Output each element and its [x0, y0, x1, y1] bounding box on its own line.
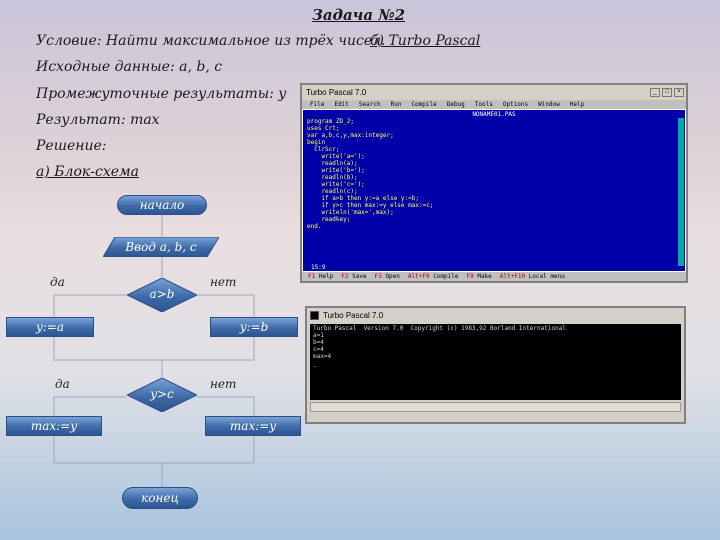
menu-item-debug[interactable]: Debug	[447, 100, 465, 109]
cond1-label: a>b	[149, 287, 175, 301]
maximize-icon[interactable]: □	[662, 88, 672, 97]
yes-label-1: да	[50, 275, 65, 289]
editor-scrollbar[interactable]	[678, 118, 684, 266]
assign-a-label: y:=a	[35, 320, 65, 334]
yes-label-2: да	[55, 377, 70, 391]
editor-titlebar: Turbo Pascal 7.0 _ □ ×	[302, 85, 686, 100]
no-label-2: нет	[210, 377, 237, 391]
fkey-compile[interactable]: Alt+F9 Compile	[408, 272, 459, 281]
dos-window-icon	[310, 310, 319, 320]
assign-b-block: y:=b	[210, 317, 298, 337]
editor-window-title: Turbo Pascal 7.0	[306, 88, 367, 97]
fkey-local-menu[interactable]: Alt+F10 Local menu	[500, 272, 565, 281]
code-editor[interactable]: NONAME01.PAS program ZD_2; uses Crt; var…	[302, 109, 686, 272]
end-label: конец	[141, 491, 179, 505]
cursor-position: 15:9	[311, 264, 326, 271]
start-label: начало	[139, 198, 185, 212]
condition-diamond-2: y>c	[125, 377, 199, 413]
editor-menubar: File Edit Search Run Compile Debug Tools Option…	[302, 100, 686, 109]
menu-item-compile[interactable]: Compile	[411, 100, 436, 109]
fkey-open[interactable]: F3 Open	[375, 272, 400, 281]
assign-a-block: y:=a	[6, 317, 94, 337]
menu-item-edit[interactable]: Edit	[334, 100, 348, 109]
assign-b-label: y:=b	[239, 320, 269, 334]
output-titlebar: Turbo Pascal 7.0	[307, 308, 684, 322]
fkey-make[interactable]: F9 Make	[466, 272, 491, 281]
menu-item-options[interactable]: Options	[503, 100, 528, 109]
output-window-title: Turbo Pascal 7.0	[323, 310, 384, 320]
max-right-label: max:=y	[229, 419, 277, 433]
menu-item-window[interactable]: Window	[538, 100, 560, 109]
source-code: program ZD_2; uses Crt; var a,b,c,y,max:…	[307, 118, 434, 230]
max-left-block: max:=y	[6, 416, 102, 436]
menu-item-tools[interactable]: Tools	[475, 100, 493, 109]
output-scrollbar[interactable]	[310, 402, 681, 412]
no-label-1: нет	[210, 275, 237, 289]
max-left-label: max:=y	[30, 419, 78, 433]
console-output: Turbo Pascal Version 7.0 Copyright (c) 1…	[310, 324, 681, 400]
end-terminator: конец	[122, 487, 198, 509]
menu-item-run[interactable]: Run	[391, 100, 402, 109]
cond2-label: y>c	[150, 387, 174, 401]
fkey-save[interactable]: F2 Save	[341, 272, 366, 281]
output-window: Turbo Pascal 7.0 Turbo Pascal Version 7.…	[305, 306, 686, 424]
start-terminator: начало	[117, 195, 207, 215]
fkey-help[interactable]: F1 Help	[308, 272, 333, 281]
menu-item-help[interactable]: Help	[570, 100, 584, 109]
menu-item-search[interactable]: Search	[359, 100, 381, 109]
close-icon[interactable]: ×	[674, 88, 684, 97]
menu-item-file[interactable]: File	[310, 100, 324, 109]
max-right-block: max:=y	[205, 416, 301, 436]
function-key-bar: F1 Help F2 Save F3 Open Alt+F9 Compile F9 Ma…	[302, 272, 686, 281]
input-label: Ввод a, b, c	[125, 240, 197, 254]
condition-diamond-1: a>b	[125, 277, 199, 313]
editor-file-name: NONAME01.PAS	[472, 111, 516, 118]
minimize-icon[interactable]: _	[650, 88, 660, 97]
turbo-pascal-editor-window: Turbo Pascal 7.0 _ □ × File Edit Search Run…	[300, 83, 688, 283]
